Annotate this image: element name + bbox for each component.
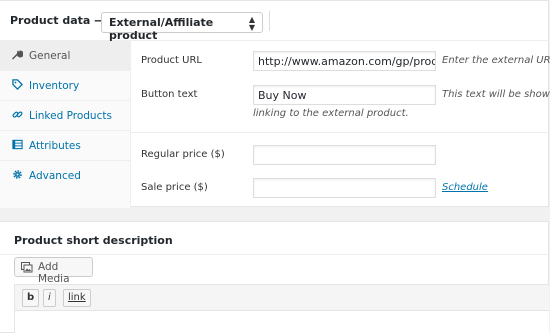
tab-linked-products[interactable]: Linked Products: [0, 101, 131, 131]
short-description-title: Product short description: [14, 234, 173, 247]
short-description-divider: [0, 254, 549, 255]
button-text-help-continued: linking to the external product.: [253, 108, 409, 119]
wrench-icon: [12, 50, 23, 60]
button-text-label: Button text: [141, 89, 198, 100]
tab-advanced[interactable]: Advanced: [0, 161, 131, 191]
gear-icon: [13, 170, 22, 179]
select-arrows-icon: ▲ ▼: [248, 15, 255, 32]
tab-advanced-label: Advanced: [29, 170, 81, 182]
add-media-label: Add Media: [38, 261, 70, 285]
product-data-panel: Product data — External/Affiliate produc…: [0, 0, 550, 208]
product-data-header: Product data — External/Affiliate produc…: [0, 1, 549, 42]
list-icon: [12, 139, 23, 150]
short-description-editor[interactable]: [14, 311, 549, 333]
product-url-label: Product URL: [141, 55, 202, 66]
bold-quicktag[interactable]: b: [22, 289, 40, 307]
button-text-help: This text will be shown: [442, 89, 550, 100]
italic-quicktag[interactable]: i: [43, 289, 56, 307]
tab-attributes-label: Attributes: [29, 140, 81, 152]
product-url-input[interactable]: http://www.amazon.com/gp/product: [253, 51, 436, 71]
sale-price-input[interactable]: [253, 178, 436, 198]
product-data-title: Product data —: [10, 14, 106, 27]
product-type-select[interactable]: External/Affiliate product ▲ ▼: [101, 12, 263, 42]
product-type-value: External/Affiliate product: [109, 16, 214, 42]
regular-price-input[interactable]: [253, 145, 436, 165]
regular-price-label: Regular price ($): [141, 149, 225, 160]
media-icon: [21, 262, 33, 273]
pricing-divider: [131, 132, 549, 133]
tab-general-label: General: [29, 50, 71, 62]
tab-inventory[interactable]: Inventory: [0, 71, 131, 101]
tab-general[interactable]: General: [0, 41, 131, 71]
button-text-input[interactable]: Buy Now: [253, 85, 436, 105]
header-divider: [269, 11, 270, 31]
quicktags-toolbar: b i link: [14, 284, 549, 311]
product-url-help: Enter the external URL t: [442, 55, 550, 66]
tab-inventory-label: Inventory: [29, 80, 80, 92]
product-data-tabs: General Inventory Linked Products Attrib…: [0, 41, 131, 208]
sale-price-label: Sale price ($): [141, 182, 208, 193]
link-icon: [12, 111, 23, 118]
tab-attributes[interactable]: Attributes: [0, 131, 131, 161]
schedule-link[interactable]: Schedule: [442, 182, 488, 193]
tab-linked-products-label: Linked Products: [29, 110, 112, 122]
add-media-button[interactable]: Add Media: [14, 257, 93, 285]
link-quicktag[interactable]: link: [63, 289, 91, 307]
tag-icon: [12, 79, 23, 90]
